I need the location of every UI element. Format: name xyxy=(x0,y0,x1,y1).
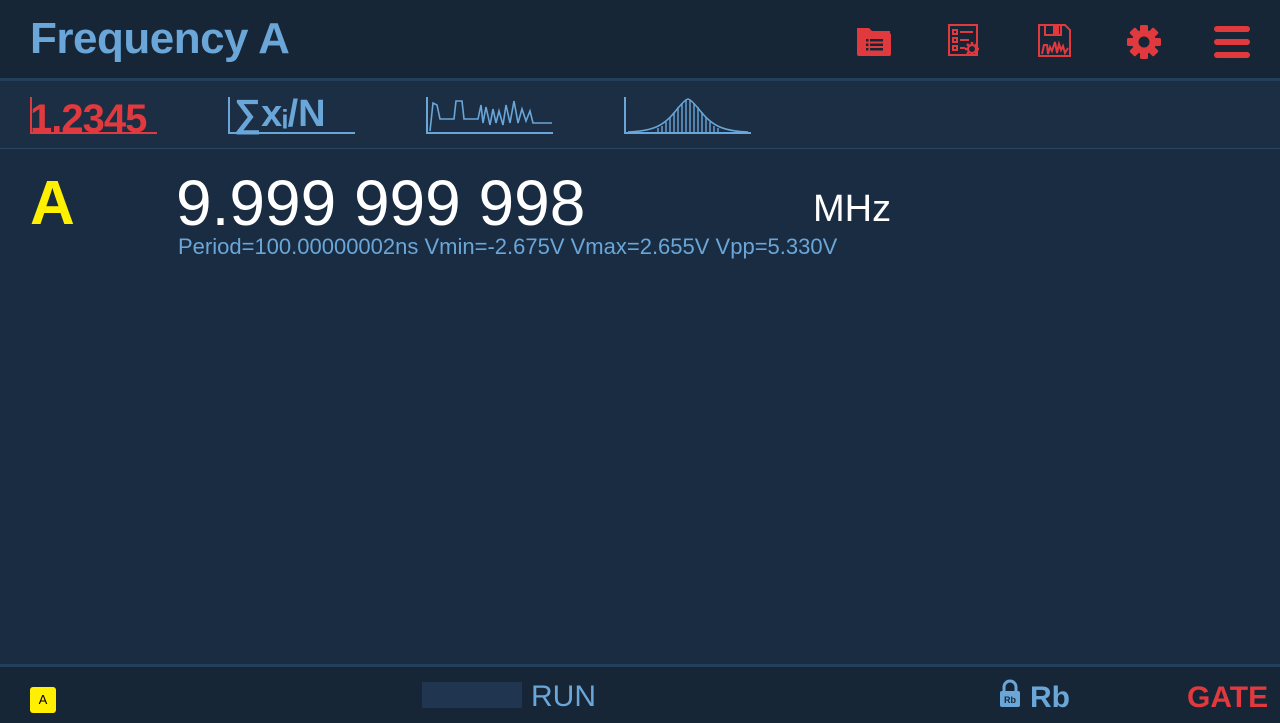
tab-numeric-view[interactable]: 1.2345 xyxy=(30,95,158,141)
run-status[interactable]: RUN xyxy=(531,680,596,714)
measurement-unit: MHz xyxy=(813,188,892,230)
page-title: Frequency A xyxy=(30,14,290,63)
tab-statistics-label: ∑xᵢ/N xyxy=(234,93,326,135)
channel-label: A xyxy=(30,169,75,238)
reference-label[interactable]: Rb xyxy=(1030,681,1070,715)
lock-icon-label: Rb xyxy=(1004,695,1016,705)
tab-trend-view[interactable] xyxy=(426,95,554,135)
trend-chart-icon xyxy=(426,97,553,134)
gear-icon[interactable] xyxy=(1126,24,1162,60)
tab-numeric-label: 1.2345 xyxy=(30,97,147,141)
folder-list-icon[interactable] xyxy=(856,24,892,60)
status-bar: A RUN Rb Rb GATE xyxy=(0,664,1280,723)
tab-histogram-view[interactable] xyxy=(624,95,752,135)
lock-icon: Rb xyxy=(999,679,1021,714)
save-waveform-icon[interactable] xyxy=(1037,24,1073,60)
histogram-chart-icon xyxy=(624,97,751,134)
measurement-progress-bar xyxy=(422,682,522,708)
view-tabs: 1.2345 ∑xᵢ/N xyxy=(0,81,1280,149)
top-bar: Frequency A xyxy=(0,0,1280,81)
channel-badge[interactable]: A xyxy=(30,687,56,713)
settings-checklist-icon[interactable] xyxy=(947,24,983,60)
tab-statistics-view[interactable]: ∑xᵢ/N xyxy=(228,93,356,135)
aux-measurements: Period=100.00000002ns Vmin=-2.675V Vmax=… xyxy=(178,234,838,259)
gate-indicator[interactable]: GATE xyxy=(1187,681,1268,715)
menu-icon[interactable] xyxy=(1214,24,1250,60)
measurement-value: 9.999 999 998 xyxy=(176,167,586,239)
